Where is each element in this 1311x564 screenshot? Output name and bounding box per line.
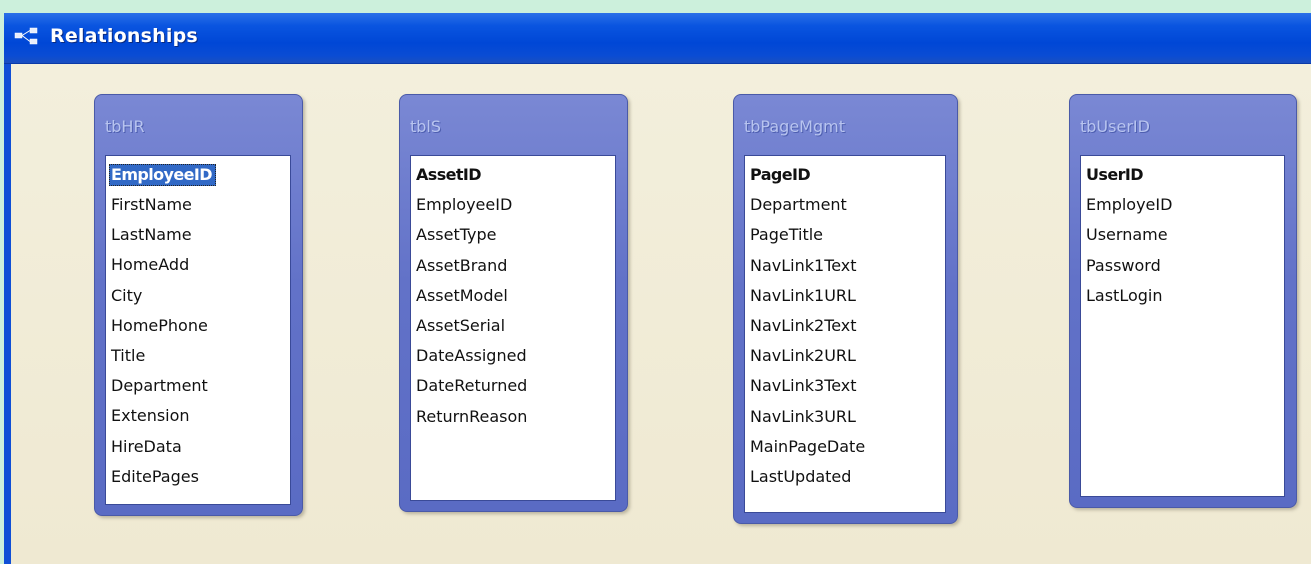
field-item-navlink3text[interactable]: NavLink3Text	[750, 371, 945, 401]
field-item-navlink1text[interactable]: NavLink1Text	[750, 251, 945, 281]
field-item-lastupdated[interactable]: LastUpdated	[750, 462, 945, 492]
field-item-password[interactable]: Password	[1086, 251, 1284, 281]
field-item-datereturned[interactable]: DateReturned	[416, 371, 615, 401]
field-item-firstname[interactable]: FirstName	[111, 190, 290, 220]
field-item-pagetitle[interactable]: PageTitle	[750, 220, 945, 250]
field-item-userid[interactable]: UserID	[1086, 160, 1284, 190]
field-item-hiredata[interactable]: HireData	[111, 432, 290, 462]
field-item-navlink1url[interactable]: NavLink1URL	[750, 281, 945, 311]
field-list[interactable]: UserID EmployeID Username Password LastL…	[1080, 155, 1285, 497]
field-item-mainpagedate[interactable]: MainPageDate	[750, 432, 945, 462]
field-item-city[interactable]: City	[111, 281, 290, 311]
field-item-homephone[interactable]: HomePhone	[111, 311, 290, 341]
field-list[interactable]: AssetID EmployeeID AssetType AssetBrand …	[410, 155, 616, 501]
field-item-assetid[interactable]: AssetID	[416, 160, 615, 190]
table-title[interactable]: tbUserID	[1080, 117, 1150, 136]
field-item-pageid[interactable]: PageID	[750, 160, 945, 190]
field-item-department[interactable]: Department	[111, 371, 290, 401]
field-item-employeeid[interactable]: EmployeeID	[416, 190, 615, 220]
window-title: Relationships	[50, 25, 198, 47]
field-list[interactable]: EmployeeID FirstName LastName HomeAdd Ci…	[105, 155, 291, 505]
relationships-canvas[interactable]: tbHR EmployeeID FirstName LastName HomeA…	[4, 64, 1311, 564]
field-item-homeadd[interactable]: HomeAdd	[111, 250, 290, 280]
field-item-employeid[interactable]: EmployeID	[1086, 190, 1284, 220]
field-item-username[interactable]: Username	[1086, 220, 1284, 250]
table-title[interactable]: tblS	[410, 117, 441, 136]
field-item-lastlogin[interactable]: LastLogin	[1086, 281, 1284, 311]
table-tbpagemgmt[interactable]: tbPageMgmt PageID Department PageTitle N…	[733, 94, 958, 524]
table-tbuserid[interactable]: tbUserID UserID EmployeID Username Passw…	[1069, 94, 1297, 508]
field-item-navlink3url[interactable]: NavLink3URL	[750, 402, 945, 432]
field-item-editepages[interactable]: EditePages	[111, 462, 290, 492]
field-item-extension[interactable]: Extension	[111, 401, 290, 431]
table-tbls[interactable]: tblS AssetID EmployeeID AssetType AssetB…	[399, 94, 628, 512]
field-list[interactable]: PageID Department PageTitle NavLink1Text…	[744, 155, 946, 513]
field-item-dateassigned[interactable]: DateAssigned	[416, 341, 615, 371]
table-title[interactable]: tbHR	[105, 117, 145, 136]
field-item-assetbrand[interactable]: AssetBrand	[416, 251, 615, 281]
field-item-assetserial[interactable]: AssetSerial	[416, 311, 615, 341]
field-item-assettype[interactable]: AssetType	[416, 220, 615, 250]
table-title[interactable]: tbPageMgmt	[744, 117, 845, 136]
relationships-icon	[14, 27, 38, 45]
field-item-title[interactable]: Title	[111, 341, 290, 371]
field-item-lastname[interactable]: LastName	[111, 220, 290, 250]
field-item-navlink2url[interactable]: NavLink2URL	[750, 341, 945, 371]
field-item-navlink2text[interactable]: NavLink2Text	[750, 311, 945, 341]
field-item-department[interactable]: Department	[750, 190, 945, 220]
table-tbhr[interactable]: tbHR EmployeeID FirstName LastName HomeA…	[94, 94, 303, 516]
title-bar[interactable]: Relationships	[4, 13, 1311, 64]
field-item-returnreason[interactable]: ReturnReason	[416, 402, 615, 432]
field-item-assetmodel[interactable]: AssetModel	[416, 281, 615, 311]
relationships-window: Relationships tbHR EmployeeID FirstName …	[4, 13, 1311, 564]
field-item-employeeid[interactable]: EmployeeID	[109, 164, 216, 186]
